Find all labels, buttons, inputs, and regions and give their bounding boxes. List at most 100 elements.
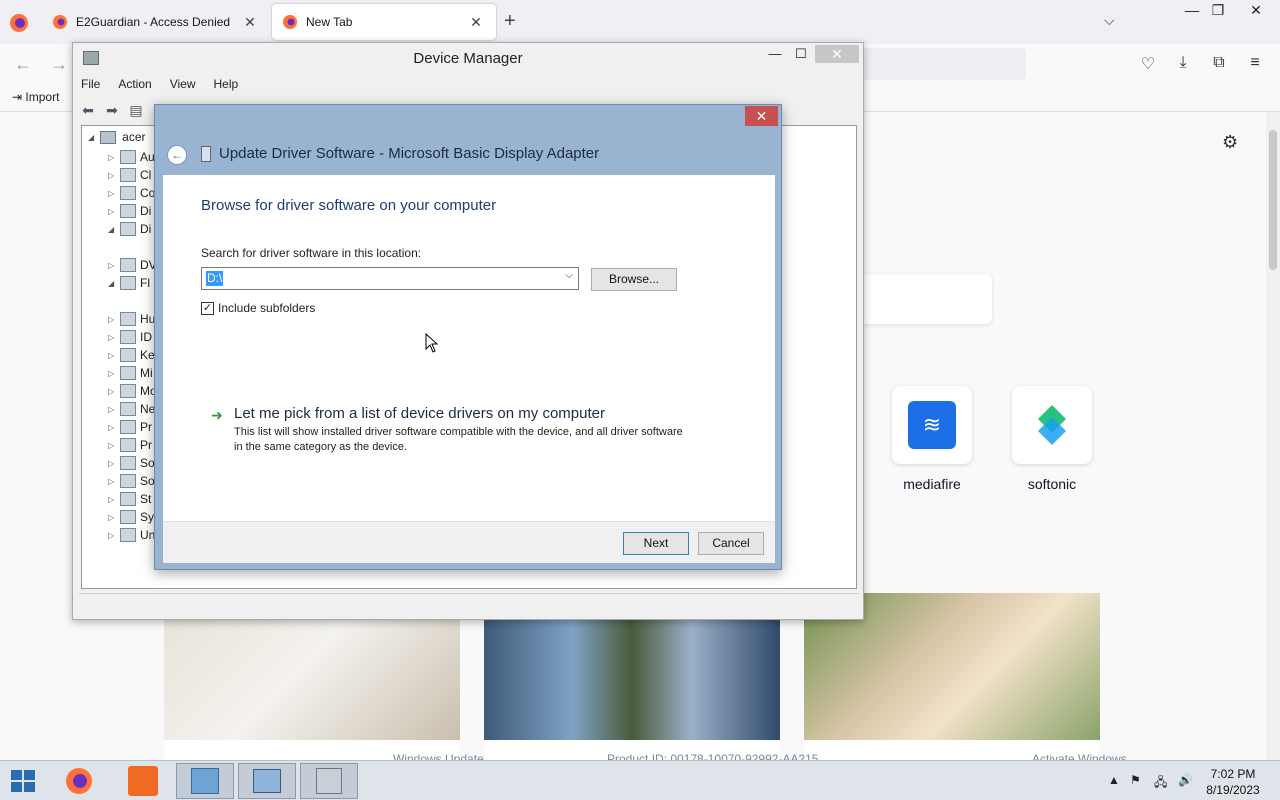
tree-item[interactable]: ▷ Mo (108, 382, 157, 400)
expand-arrow-icon[interactable]: ▷ (108, 423, 120, 432)
expand-arrow-icon[interactable]: ▷ (108, 333, 120, 342)
story-card[interactable] (484, 620, 780, 760)
close-dialog-icon[interactable]: ✕ (745, 106, 778, 126)
tree-item[interactable]: ▷ DV (108, 256, 157, 274)
gear-icon[interactable]: ⚙ (1222, 132, 1238, 153)
menu-view[interactable]: View (170, 77, 196, 91)
back-arrow-icon[interactable]: ← (167, 145, 187, 165)
checkbox-checked-icon[interactable]: ✓ (201, 301, 214, 315)
close-window-icon[interactable]: ✕ (1236, 2, 1276, 19)
expand-arrow-icon[interactable]: ▷ (108, 495, 120, 504)
minimize-icon[interactable]: — (763, 46, 787, 61)
tree-item[interactable]: ▷ Di (108, 202, 151, 220)
tree-item[interactable]: ▷ Ne (108, 400, 155, 418)
tree-item[interactable]: ◢ Fl (108, 274, 150, 292)
next-button[interactable]: Next (623, 532, 689, 555)
pocket-icon[interactable]: ♡ (1137, 54, 1159, 76)
expand-arrow-icon[interactable]: ▷ (108, 171, 120, 180)
expand-arrow-icon[interactable]: ▷ (108, 153, 120, 162)
windows-start-icon[interactable] (10, 769, 36, 793)
restore-icon[interactable]: ❐ (1204, 2, 1232, 19)
tree-item[interactable]: ▷ Pr (108, 418, 152, 436)
story-card[interactable] (164, 620, 460, 760)
shortcut-softonic[interactable]: softonic (1012, 386, 1092, 492)
extensions-icon[interactable]: ⧉ (1208, 54, 1230, 76)
shortcut-mediafire[interactable]: ≋ mediafire (892, 386, 972, 492)
expand-arrow-icon[interactable]: ▷ (108, 531, 120, 540)
action-center-flag-icon[interactable]: ⚑ (1130, 773, 1141, 787)
back-arrow-icon[interactable]: ⬅ (79, 102, 97, 118)
tree-root[interactable]: ◢ acer (88, 130, 146, 144)
tree-item[interactable]: ▷ Cl (108, 166, 151, 184)
pick-driver-link[interactable]: Let me pick from a list of device driver… (234, 405, 605, 422)
location-combobox[interactable]: D:\ ⌵ (201, 267, 579, 290)
system-clock[interactable]: 7:02 PM 8/19/2023 (1196, 766, 1270, 798)
include-subfolders-checkbox[interactable]: ✓ Include subfolders (201, 301, 315, 315)
collapse-arrow-icon[interactable]: ◢ (108, 225, 120, 234)
minimize-icon[interactable]: — (1178, 2, 1206, 18)
collapse-arrow-icon[interactable]: ◢ (88, 133, 94, 142)
tree-item[interactable]: ▷ Sy (108, 508, 154, 526)
hamburger-menu-icon[interactable]: ≡ (1244, 54, 1266, 76)
expand-arrow-icon[interactable]: ▷ (108, 207, 120, 216)
close-tab-icon[interactable]: ✕ (468, 14, 484, 31)
tab-e2guardian[interactable]: E2Guardian - Access Denied ✕ (42, 4, 270, 40)
location-value-selected[interactable]: D:\ (206, 271, 224, 286)
download-icon[interactable]: ⤓ (1172, 54, 1194, 76)
page-scrollbar[interactable] (1266, 112, 1280, 760)
collapse-arrow-icon[interactable]: ◢ (108, 279, 120, 288)
taskbar-system[interactable] (238, 763, 296, 799)
taskbar-firefox[interactable] (50, 763, 108, 799)
browse-button[interactable]: Browse... (591, 268, 677, 291)
expand-arrow-icon[interactable]: ▷ (108, 369, 120, 378)
maximize-icon[interactable]: ☐ (789, 46, 813, 62)
network-icon[interactable]: 🖧 (1154, 773, 1167, 794)
expand-arrow-icon[interactable]: ▷ (108, 261, 120, 270)
tree-item[interactable]: ◢ Di (108, 220, 151, 238)
menu-file[interactable]: File (81, 77, 100, 91)
device-manager-titlebar[interactable]: Device Manager — ☐ ✕ (73, 43, 863, 73)
expand-arrow-icon[interactable]: ▷ (108, 405, 120, 414)
tree-item[interactable]: ▷ St (108, 490, 151, 508)
tree-item[interactable]: ▷ So (108, 454, 155, 472)
show-hidden-icons-icon[interactable]: ▲ (1108, 773, 1120, 787)
expand-arrow-icon[interactable]: ▷ (108, 315, 120, 324)
scrollbar-thumb[interactable] (1269, 130, 1277, 270)
taskbar-control-panel[interactable] (176, 763, 234, 799)
url-bar[interactable] (860, 48, 1026, 80)
chevron-down-icon[interactable]: ⌵ (562, 270, 576, 281)
import-bookmarks-button[interactable]: ⇥ Import (12, 90, 59, 104)
menu-action[interactable]: Action (118, 77, 151, 91)
taskbar-store[interactable] (114, 763, 172, 799)
forward-arrow-icon[interactable]: → (50, 54, 68, 75)
expand-arrow-icon[interactable]: ▷ (108, 513, 120, 522)
close-window-icon[interactable]: ✕ (815, 45, 859, 63)
tree-item[interactable]: ▷ Un (108, 526, 155, 544)
chevron-down-icon[interactable]: ⌵ (1104, 12, 1115, 29)
close-tab-icon[interactable]: ✕ (242, 14, 258, 31)
tree-item[interactable]: ▷ Pr (108, 436, 152, 454)
expand-arrow-icon[interactable]: ▷ (108, 441, 120, 450)
tab-new-tab[interactable]: New Tab ✕ (272, 4, 496, 40)
new-tab-plus-icon[interactable]: + (504, 10, 516, 33)
volume-icon[interactable]: 🔊 (1178, 773, 1193, 787)
tree-item[interactable]: ▷ Au (108, 148, 155, 166)
properties-icon[interactable]: ▤ (127, 102, 145, 118)
tree-item[interactable]: ▷ Co (108, 184, 155, 202)
back-arrow-icon[interactable]: ← (14, 54, 32, 75)
tree-item[interactable]: ▷ Mi (108, 364, 153, 382)
expand-arrow-icon[interactable]: ▷ (108, 351, 120, 360)
cancel-button[interactable]: Cancel (698, 532, 764, 555)
tree-item[interactable]: ▷ So (108, 472, 155, 490)
expand-arrow-icon[interactable]: ▷ (108, 387, 120, 396)
forward-arrow-icon[interactable]: ➡ (103, 102, 121, 118)
menu-help[interactable]: Help (214, 77, 239, 91)
expand-arrow-icon[interactable]: ▷ (108, 477, 120, 486)
firefox-icon[interactable] (8, 12, 30, 34)
search-box[interactable] (860, 274, 992, 324)
expand-arrow-icon[interactable]: ▷ (108, 459, 120, 468)
tree-item[interactable]: ▷ ID (108, 328, 152, 346)
tree-item[interactable]: ▷ Ke (108, 346, 155, 364)
tree-item[interactable]: ▷ Hu (108, 310, 155, 328)
expand-arrow-icon[interactable]: ▷ (108, 189, 120, 198)
